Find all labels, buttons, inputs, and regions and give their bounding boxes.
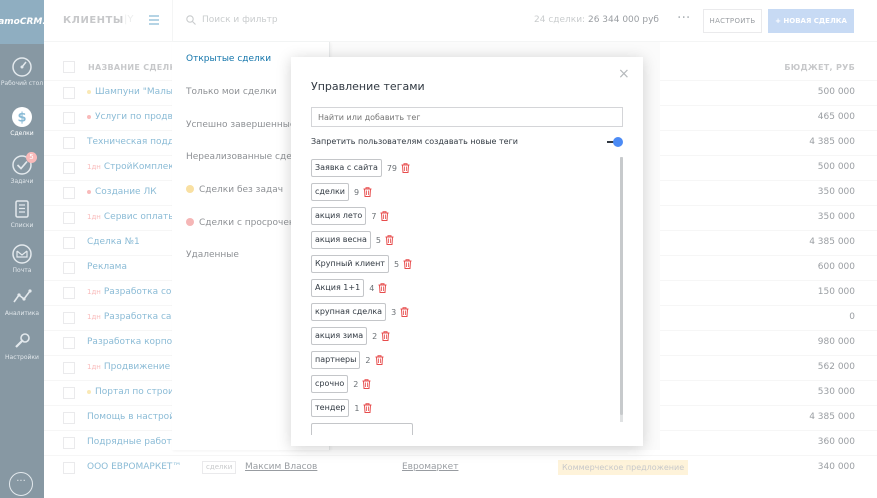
trash-icon[interactable] xyxy=(385,235,394,245)
tag-row: сделки 9 xyxy=(311,182,372,202)
tag-row: Акция 1+1 4 xyxy=(311,278,387,298)
tag-count: 3 xyxy=(391,307,397,317)
tag-row: срочно 2 xyxy=(311,374,371,394)
tag-count: 2 xyxy=(353,379,359,389)
scrollbar-thumb[interactable] xyxy=(620,157,623,415)
tag-row: акция лето 7 xyxy=(311,206,389,226)
tag-chip[interactable]: акция лето xyxy=(311,207,367,225)
restrict-toggle[interactable] xyxy=(607,137,623,147)
tag-manager-modal: × Управление тегами Запретить пользовате… xyxy=(291,57,643,446)
tag-chip[interactable]: акция весна xyxy=(311,231,371,249)
trash-icon[interactable] xyxy=(363,187,372,197)
tag-count: 2 xyxy=(372,331,378,341)
filter-dot-icon xyxy=(186,218,194,226)
tag-count: 5 xyxy=(375,235,381,245)
tag-chip[interactable]: сделки xyxy=(311,183,349,201)
tag-row: Заявка с сайта 79 xyxy=(311,158,410,178)
trash-icon[interactable] xyxy=(375,355,384,365)
trash-icon[interactable] xyxy=(363,403,372,413)
trash-icon[interactable] xyxy=(378,283,387,293)
tag-list-scrollbar[interactable] xyxy=(620,157,623,422)
tag-chip-partial xyxy=(311,423,413,435)
filter-open-deals[interactable]: Открытые сделки xyxy=(186,54,271,64)
tag-count: 79 xyxy=(386,163,398,173)
tag-chip[interactable]: Заявка с сайта xyxy=(311,159,382,177)
tag-row: партнеры 2 xyxy=(311,350,384,370)
tag-chip[interactable]: Акция 1+1 xyxy=(311,279,365,297)
tag-chip[interactable]: тендер xyxy=(311,399,350,417)
tag-row: крупная сделка 3 xyxy=(311,302,409,322)
filter-my-deals[interactable]: Только мои сделки xyxy=(186,87,277,97)
tag-count: 5 xyxy=(393,259,400,269)
restrict-label: Запретить пользователям создавать новые … xyxy=(311,137,518,146)
tag-chip[interactable]: Крупный клиент xyxy=(311,255,389,273)
trash-icon[interactable] xyxy=(403,259,412,269)
trash-icon[interactable] xyxy=(400,307,409,317)
trash-icon[interactable] xyxy=(380,211,389,221)
trash-icon[interactable] xyxy=(401,163,410,173)
filter-deleted[interactable]: Удаленные xyxy=(186,250,239,260)
modal-title: Управление тегами xyxy=(311,80,425,93)
tag-row: Крупный клиент 5 xyxy=(311,254,412,274)
trash-icon[interactable] xyxy=(362,379,371,389)
tag-count: 9 xyxy=(354,187,360,197)
filter-dot-icon xyxy=(186,185,194,193)
tag-search-input[interactable] xyxy=(311,107,623,127)
tag-chip[interactable]: крупная сделка xyxy=(311,303,387,321)
tag-count: 4 xyxy=(369,283,375,293)
tag-row: акция зима 2 xyxy=(311,326,390,346)
tag-count: 2 xyxy=(365,355,371,365)
tag-chip[interactable]: акция зима xyxy=(311,327,368,345)
tag-count: 7 xyxy=(371,211,377,221)
tag-count: 1 xyxy=(354,403,360,413)
trash-icon[interactable] xyxy=(381,331,390,341)
filter-won[interactable]: Успешно завершенные xyxy=(186,120,295,130)
tag-row: акция весна 5 xyxy=(311,230,394,250)
tag-row: тендер 1 xyxy=(311,398,372,418)
filter-no-tasks[interactable]: Сделки без задач xyxy=(186,185,283,195)
tag-chip[interactable]: срочно xyxy=(311,375,349,393)
close-icon[interactable]: × xyxy=(618,67,630,81)
tag-chip[interactable]: партнеры xyxy=(311,351,361,369)
tag-list: Заявка с сайта 79 сделки 9 акция лето 7 акция … xyxy=(311,158,621,428)
